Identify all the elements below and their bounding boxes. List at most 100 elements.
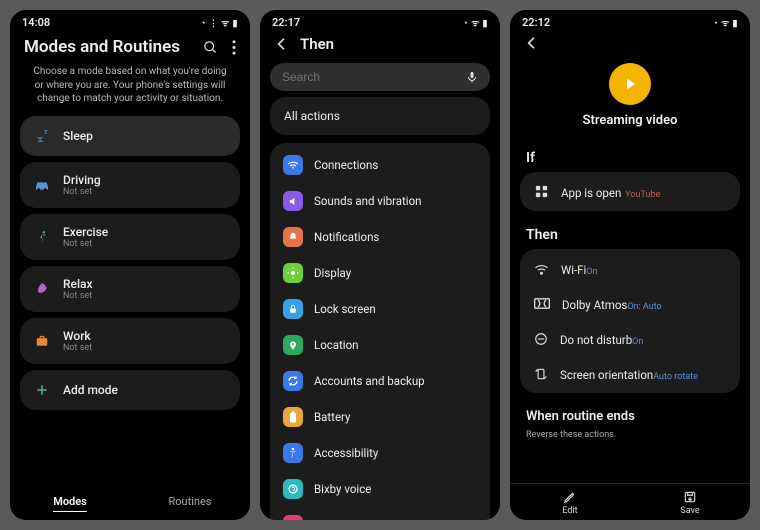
action-label: Battery <box>314 410 350 424</box>
brief-icon <box>33 332 51 350</box>
action-label: Music <box>314 518 345 520</box>
action-music[interactable]: Music <box>270 507 490 520</box>
status-icons: ◔ ᯤ ▮ <box>712 16 738 29</box>
status-bar: 22:12 ◔ ᯤ ▮ <box>510 10 750 31</box>
back-icon[interactable] <box>274 36 290 52</box>
action-label: Sounds and vibration <box>314 194 422 208</box>
bixby-icon <box>283 479 303 499</box>
action-location[interactable]: Location <box>270 327 490 363</box>
dolby-icon <box>534 298 550 309</box>
batt-icon <box>283 407 303 427</box>
then-screen-orientation[interactable]: Screen orientationAuto rotate <box>520 356 740 391</box>
play-icon <box>609 63 651 105</box>
action-battery[interactable]: Battery <box>270 399 490 435</box>
actions-list: Connections Sounds and vibration Notificat… <box>270 143 490 520</box>
all-actions-card[interactable]: All actions <box>270 97 490 135</box>
screen-routine-detail: 22:12 ◔ ᯤ ▮ Streaming video If App is op… <box>510 10 750 520</box>
ends-header: When routine ends <box>510 399 750 430</box>
add-mode-button[interactable]: Add mode <box>20 370 240 410</box>
wifi-icon <box>283 155 303 175</box>
action-label: Display <box>314 266 351 280</box>
action-notifications[interactable]: Notifications <box>270 219 490 255</box>
mode-label: Sleep <box>63 129 93 143</box>
mode-sub: Not set <box>63 187 101 197</box>
mic-icon[interactable] <box>466 70 478 84</box>
sound-icon <box>283 191 303 211</box>
plus-icon <box>33 381 51 399</box>
then-label: Wi-Fi <box>561 263 586 277</box>
action-label: Bixby voice <box>314 482 371 496</box>
page-title: Modes and Routines <box>24 37 180 57</box>
then-dolby-atmos[interactable]: Dolby AtmosOn: Auto <box>520 286 740 321</box>
sun-icon <box>283 263 303 283</box>
then-sub: On <box>632 337 643 347</box>
rotate-icon <box>534 367 548 381</box>
if-condition[interactable]: App is open YouTube <box>520 172 740 211</box>
routine-title: Streaming video <box>583 113 678 128</box>
back-icon[interactable] <box>524 35 540 51</box>
mode-sleep[interactable]: Sleep <box>20 116 240 156</box>
bottom-tabs: Modes Routines <box>10 479 250 520</box>
car-icon <box>33 176 51 194</box>
page-title: Then <box>300 35 334 53</box>
if-header: If <box>510 140 750 172</box>
mode-sub: Not set <box>63 291 93 301</box>
action-display[interactable]: Display <box>270 255 490 291</box>
run-icon <box>33 228 51 246</box>
sleep-icon <box>33 127 51 145</box>
if-label: App is open <box>561 186 621 200</box>
tab-routines[interactable]: Routines <box>130 489 250 514</box>
screen-then-actions: 22:17 ◔ ᯤ ▮ Then All actions Connections… <box>260 10 500 520</box>
mode-label: Relax <box>63 277 93 291</box>
screen-modes: 14:08 ◔ ⋮ ᯤ ▮ Modes and Routines Choose … <box>10 10 250 520</box>
then-sub: On: Auto <box>627 302 661 312</box>
ends-sub: Reverse these actions. <box>510 430 750 446</box>
apps-icon <box>534 184 549 199</box>
search-icon[interactable] <box>203 40 218 55</box>
then-list: Wi-FiOnDolby AtmosOn: AutoDo not disturb… <box>520 249 740 393</box>
bottom-bar: Edit Save <box>510 483 750 520</box>
action-sounds-and-vibration[interactable]: Sounds and vibration <box>270 183 490 219</box>
then-wi-fi[interactable]: Wi-FiOn <box>520 251 740 286</box>
action-connections[interactable]: Connections <box>270 147 490 183</box>
dnd-icon <box>534 332 548 346</box>
action-label: Accessibility <box>314 446 378 460</box>
then-label: Screen orientation <box>560 368 653 382</box>
sync-icon <box>283 371 303 391</box>
music-icon <box>283 515 303 520</box>
then-label: Do not disturb <box>560 333 632 347</box>
save-button[interactable]: Save <box>630 484 750 520</box>
edit-button[interactable]: Edit <box>510 484 630 520</box>
search-input[interactable] <box>270 63 490 91</box>
mode-driving[interactable]: DrivingNot set <box>20 162 240 208</box>
more-icon[interactable] <box>232 40 236 55</box>
clock: 22:12 <box>522 16 550 29</box>
mode-relax[interactable]: RelaxNot set <box>20 266 240 312</box>
mode-label: Driving <box>63 173 101 187</box>
action-label: Lock screen <box>314 302 376 316</box>
pin-icon <box>283 335 303 355</box>
then-header: Then <box>510 217 750 249</box>
mode-sub: Not set <box>63 343 92 353</box>
mode-exercise[interactable]: ExerciseNot set <box>20 214 240 260</box>
status-icons: ◔ ᯤ ▮ <box>462 16 488 29</box>
then-do-not-disturb[interactable]: Do not disturbOn <box>520 321 740 356</box>
search-field[interactable] <box>282 70 458 84</box>
clock: 14:08 <box>22 16 50 29</box>
then-sub: Auto rotate <box>653 372 698 382</box>
mode-label: Exercise <box>63 225 108 239</box>
lock-icon <box>283 299 303 319</box>
action-accounts-and-backup[interactable]: Accounts and backup <box>270 363 490 399</box>
status-icons: ◔ ⋮ ᯤ ▮ <box>200 16 238 29</box>
action-lock-screen[interactable]: Lock screen <box>270 291 490 327</box>
mode-work[interactable]: WorkNot set <box>20 318 240 364</box>
if-sub: YouTube <box>625 190 660 200</box>
action-accessibility[interactable]: Accessibility <box>270 435 490 471</box>
status-bar: 22:17 ◔ ᯤ ▮ <box>260 10 500 31</box>
routine-hero: Streaming video <box>510 57 750 140</box>
action-bixby-voice[interactable]: Bixby voice <box>270 471 490 507</box>
status-bar: 14:08 ◔ ⋮ ᯤ ▮ <box>10 10 250 31</box>
bell-icon <box>283 227 303 247</box>
action-label: Notifications <box>314 230 379 244</box>
tab-modes[interactable]: Modes <box>10 489 130 514</box>
